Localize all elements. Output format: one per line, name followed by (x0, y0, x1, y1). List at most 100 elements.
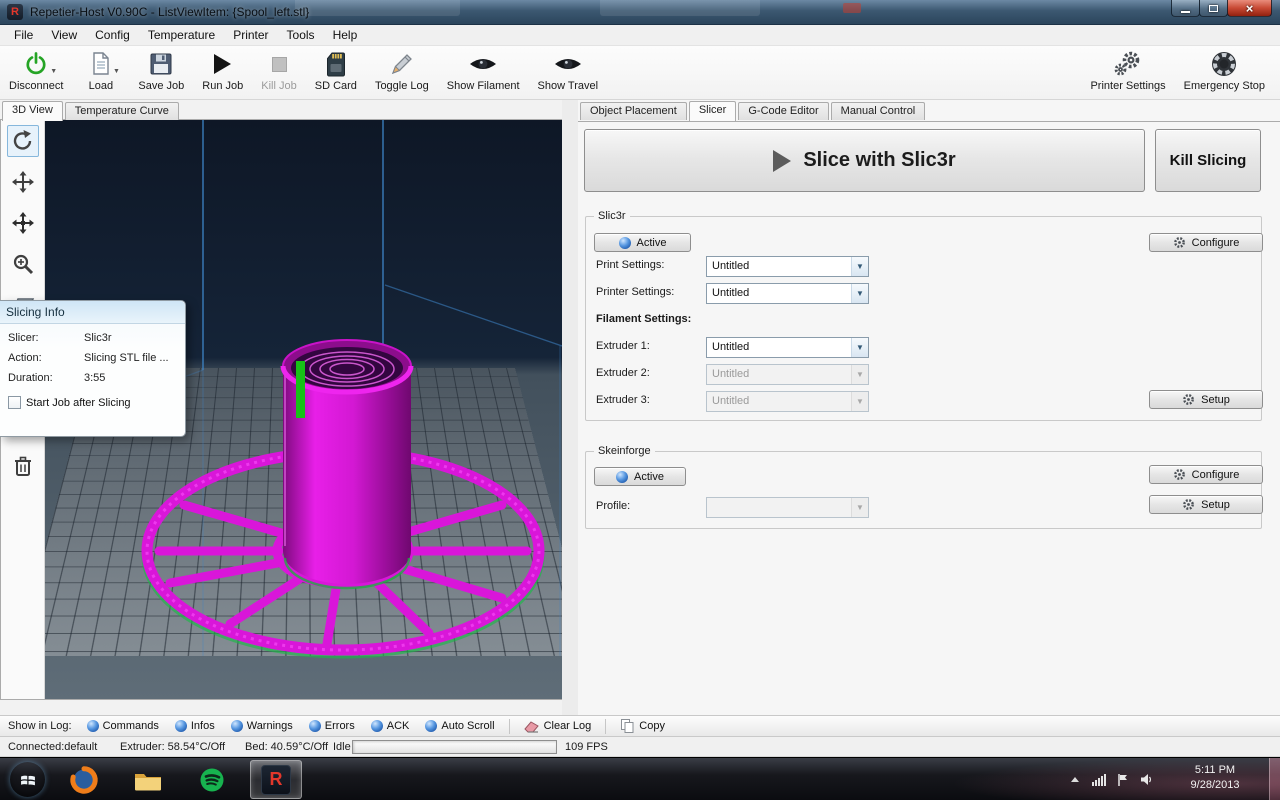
gears-icon (1113, 50, 1143, 78)
skeinforge-active-button[interactable]: Active (594, 467, 686, 486)
slic3r-setup-button[interactable]: Setup (1149, 390, 1263, 409)
title-bar[interactable]: R Repetier-Host V0.90C - ListViewItem: {… (0, 0, 1280, 25)
extruder-3-label: Extruder 3: (596, 394, 650, 406)
taskbar-explorer[interactable] (122, 760, 174, 799)
skeinforge-configure-button[interactable]: Configure (1149, 465, 1263, 484)
copy-button[interactable]: Copy (613, 716, 672, 736)
save-job-button[interactable]: Save Job (129, 46, 193, 99)
filament-settings-label: Filament Settings: (596, 313, 691, 325)
extruder-2-dropdown: Untitled ▼ (706, 364, 869, 385)
close-button[interactable]: × (1227, 0, 1272, 17)
run-job-button[interactable]: Run Job (193, 46, 252, 99)
menu-config[interactable]: Config (86, 25, 139, 45)
speaker-icon (1140, 773, 1154, 786)
taskbar-repetier-host[interactable]: R (250, 760, 302, 799)
move-object-tool[interactable] (7, 207, 39, 239)
slicing-info-row: Action: Slicing STL file ... (8, 352, 177, 364)
blue-sphere-icon (371, 720, 383, 732)
chevron-down-icon: ▼ (851, 498, 868, 517)
pencil-icon (390, 52, 414, 76)
blue-sphere-icon (87, 720, 99, 732)
tab-3d-view[interactable]: 3D View (2, 101, 63, 121)
menu-temperature[interactable]: Temperature (139, 25, 224, 45)
rotate-view-tool[interactable] (7, 125, 39, 157)
emergency-stop-button[interactable]: Emergency Stop (1175, 46, 1274, 99)
chevron-down-icon: ▼ (113, 68, 120, 75)
show-in-log-label: Show in Log: (8, 720, 72, 732)
windows-flag-icon (20, 772, 36, 788)
skeinforge-group-label: Skeinforge (594, 445, 655, 457)
extruder-1-dropdown[interactable]: Untitled ▼ (706, 337, 869, 358)
slic3r-active-button[interactable]: Active (594, 233, 691, 252)
printer-settings-dropdown[interactable]: Untitled ▼ (706, 283, 869, 304)
blue-sphere-icon (425, 720, 437, 732)
skeinforge-setup-button[interactable]: Setup (1149, 495, 1263, 514)
start-button[interactable] (10, 762, 45, 797)
tab-gcode-editor[interactable]: G-Code Editor (738, 102, 828, 120)
eraser-icon (524, 719, 540, 733)
tray-action-center[interactable] (1114, 758, 1132, 800)
spotify-icon (197, 765, 227, 795)
menu-tools[interactable]: Tools (278, 25, 324, 45)
panel-splitter[interactable] (562, 100, 578, 715)
move-icon (12, 171, 34, 193)
log-toggle-ack[interactable]: ACK (364, 718, 417, 734)
main-area: 3D View Temperature Curve (0, 100, 1280, 715)
load-button[interactable]: ▼ Load (79, 46, 129, 99)
maximize-button[interactable] (1199, 0, 1228, 17)
show-desktop-button[interactable] (1269, 758, 1280, 800)
status-bar: Connected:default Extruder: 58.54°C/Off … (0, 737, 1280, 757)
connection-status: Connected:default (8, 741, 97, 753)
log-toggle-commands[interactable]: Commands (80, 718, 166, 734)
left-tabstrip: 3D View Temperature Curve (2, 101, 181, 120)
tab-object-placement[interactable]: Object Placement (580, 102, 687, 120)
tray-volume[interactable] (1138, 758, 1156, 800)
tab-temperature-curve[interactable]: Temperature Curve (65, 102, 179, 120)
menu-help[interactable]: Help (324, 25, 367, 45)
emergency-stop-icon (1210, 50, 1238, 78)
repetier-icon: R (261, 765, 291, 795)
log-toggle-infos[interactable]: Infos (168, 718, 222, 734)
zoom-tool[interactable] (7, 248, 39, 280)
menu-view[interactable]: View (42, 25, 86, 45)
menu-file[interactable]: File (5, 25, 42, 45)
show-filament-button[interactable]: Show Filament (438, 46, 529, 99)
minimize-icon (1181, 11, 1190, 13)
start-job-after-slicing-checkbox[interactable] (8, 396, 21, 409)
slic3r-group-label: Slic3r (594, 210, 630, 222)
delete-object-tool[interactable] (7, 450, 39, 482)
gear-icon (1182, 498, 1195, 511)
skeinforge-groupbox: Skeinforge Active Configure Profile: ▼ (585, 451, 1262, 529)
tab-slicer[interactable]: Slicer (689, 101, 737, 121)
checkbox-label: Start Job after Slicing (26, 397, 131, 409)
log-toggle-errors[interactable]: Errors (302, 718, 362, 734)
tray-expand-button[interactable] (1066, 758, 1084, 800)
log-toggle-warnings[interactable]: Warnings (224, 718, 300, 734)
print-settings-dropdown[interactable]: Untitled ▼ (706, 256, 869, 277)
taskbar-spotify[interactable] (186, 760, 238, 799)
taskbar-firefox[interactable] (58, 760, 110, 799)
tray-network[interactable] (1090, 758, 1108, 800)
printer-settings-button[interactable]: Printer Settings (1081, 46, 1174, 99)
slic3r-groupbox: Slic3r Active Configure Print Settings: … (585, 216, 1262, 421)
clear-log-button[interactable]: Clear Log (517, 717, 599, 735)
menu-bar: File View Config Temperature Printer Too… (0, 25, 1280, 46)
minimize-button[interactable] (1171, 0, 1200, 17)
move-view-tool[interactable] (7, 166, 39, 198)
kill-job-button: Kill Job (252, 46, 305, 99)
slice-with-slic3r-button[interactable]: Slice with Slic3r (584, 129, 1145, 192)
menu-printer[interactable]: Printer (224, 25, 277, 45)
disconnect-button[interactable]: ▼ Disconnect (0, 46, 79, 99)
left-panel: 3D View Temperature Curve (0, 100, 562, 715)
slic3r-configure-button[interactable]: Configure (1149, 233, 1263, 252)
show-travel-button[interactable]: Show Travel (529, 46, 608, 99)
sd-card-button[interactable]: SD Card (306, 46, 366, 99)
repetier-host-window: R Repetier-Host V0.90C - ListViewItem: {… (0, 0, 1280, 800)
kill-slicing-button[interactable]: Kill Slicing (1155, 129, 1261, 192)
chevron-down-icon: ▼ (851, 365, 868, 384)
toggle-log-button[interactable]: Toggle Log (366, 46, 438, 99)
tab-manual-control[interactable]: Manual Control (831, 102, 926, 120)
profile-label: Profile: (596, 500, 630, 512)
window-title: Repetier-Host V0.90C - ListViewItem: {Sp… (30, 5, 309, 19)
taskbar-clock[interactable]: 5:11 PM 9/28/2013 (1172, 763, 1258, 793)
